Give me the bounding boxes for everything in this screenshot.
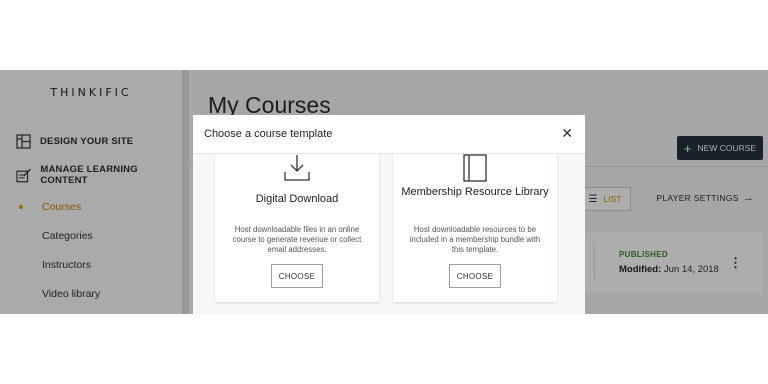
choose-button-digital-download[interactable]: CHOOSE bbox=[271, 264, 323, 288]
choose-button-membership-resource-library[interactable]: CHOOSE bbox=[449, 264, 501, 288]
template-description: Host downloadable resources to be includ… bbox=[409, 225, 541, 254]
template-card-digital-download: Digital Download Host downloadable files… bbox=[215, 154, 379, 302]
modal-header: Choose a course template ✕ bbox=[193, 115, 585, 154]
modal-body: Digital Download Host downloadable files… bbox=[193, 154, 585, 314]
template-title: Membership Resource Library bbox=[401, 186, 549, 198]
template-title: Digital Download bbox=[255, 193, 339, 205]
modal-title: Choose a course template bbox=[204, 128, 333, 140]
template-description: Host downloadable files in an online cou… bbox=[232, 225, 362, 254]
app-window: THINKIFIC DESIGN YOUR SITE MANAGE LEARNI… bbox=[0, 70, 768, 314]
template-card-membership-resource-library: Membership Resource Library Host downloa… bbox=[393, 154, 557, 302]
template-modal: Choose a course template ✕ Digital Downl… bbox=[193, 115, 585, 314]
download-icon bbox=[215, 154, 379, 182]
book-icon bbox=[393, 154, 557, 182]
close-icon[interactable]: ✕ bbox=[561, 125, 573, 142]
